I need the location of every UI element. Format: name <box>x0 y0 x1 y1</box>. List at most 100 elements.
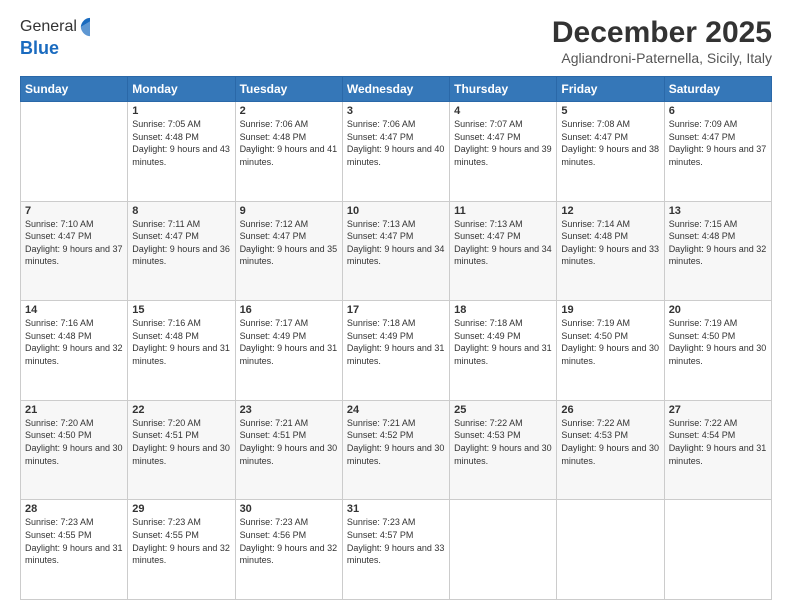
day-number: 31 <box>347 503 445 515</box>
day-number: 14 <box>25 304 123 316</box>
day-info: Sunrise: 7:18 AMSunset: 4:49 PMDaylight:… <box>347 317 445 367</box>
logo: General Blue <box>20 16 101 59</box>
day-number: 26 <box>561 404 659 416</box>
day-number: 24 <box>347 404 445 416</box>
day-of-week-header: Thursday <box>450 77 557 102</box>
calendar-cell: 25Sunrise: 7:22 AMSunset: 4:53 PMDayligh… <box>450 400 557 500</box>
day-info: Sunrise: 7:23 AMSunset: 4:56 PMDaylight:… <box>240 516 338 566</box>
calendar-cell <box>21 102 128 202</box>
day-number: 7 <box>25 205 123 217</box>
calendar-week-row: 14Sunrise: 7:16 AMSunset: 4:48 PMDayligh… <box>21 301 772 401</box>
calendar-cell: 30Sunrise: 7:23 AMSunset: 4:56 PMDayligh… <box>235 500 342 600</box>
calendar-cell: 12Sunrise: 7:14 AMSunset: 4:48 PMDayligh… <box>557 201 664 301</box>
calendar-cell <box>450 500 557 600</box>
calendar-cell: 10Sunrise: 7:13 AMSunset: 4:47 PMDayligh… <box>342 201 449 301</box>
day-info: Sunrise: 7:21 AMSunset: 4:51 PMDaylight:… <box>240 417 338 467</box>
day-of-week-header: Friday <box>557 77 664 102</box>
day-info: Sunrise: 7:15 AMSunset: 4:48 PMDaylight:… <box>669 218 767 268</box>
day-of-week-header: Saturday <box>664 77 771 102</box>
calendar-cell: 22Sunrise: 7:20 AMSunset: 4:51 PMDayligh… <box>128 400 235 500</box>
day-number: 18 <box>454 304 552 316</box>
title-block: December 2025 Agliandroni-Paternella, Si… <box>552 16 772 66</box>
calendar-cell: 24Sunrise: 7:21 AMSunset: 4:52 PMDayligh… <box>342 400 449 500</box>
day-info: Sunrise: 7:19 AMSunset: 4:50 PMDaylight:… <box>669 317 767 367</box>
day-info: Sunrise: 7:20 AMSunset: 4:51 PMDaylight:… <box>132 417 230 467</box>
day-number: 23 <box>240 404 338 416</box>
day-info: Sunrise: 7:17 AMSunset: 4:49 PMDaylight:… <box>240 317 338 367</box>
day-number: 6 <box>669 105 767 117</box>
month-title: December 2025 <box>552 16 772 50</box>
day-of-week-header: Tuesday <box>235 77 342 102</box>
calendar-cell: 15Sunrise: 7:16 AMSunset: 4:48 PMDayligh… <box>128 301 235 401</box>
day-number: 25 <box>454 404 552 416</box>
calendar-cell: 6Sunrise: 7:09 AMSunset: 4:47 PMDaylight… <box>664 102 771 202</box>
day-number: 13 <box>669 205 767 217</box>
calendar-week-row: 7Sunrise: 7:10 AMSunset: 4:47 PMDaylight… <box>21 201 772 301</box>
calendar-cell: 1Sunrise: 7:05 AMSunset: 4:48 PMDaylight… <box>128 102 235 202</box>
day-info: Sunrise: 7:06 AMSunset: 4:48 PMDaylight:… <box>240 118 338 168</box>
calendar-cell: 31Sunrise: 7:23 AMSunset: 4:57 PMDayligh… <box>342 500 449 600</box>
day-info: Sunrise: 7:23 AMSunset: 4:55 PMDaylight:… <box>132 516 230 566</box>
calendar-cell: 3Sunrise: 7:06 AMSunset: 4:47 PMDaylight… <box>342 102 449 202</box>
calendar-cell: 2Sunrise: 7:06 AMSunset: 4:48 PMDaylight… <box>235 102 342 202</box>
day-info: Sunrise: 7:22 AMSunset: 4:53 PMDaylight:… <box>561 417 659 467</box>
calendar-body: 1Sunrise: 7:05 AMSunset: 4:48 PMDaylight… <box>21 102 772 600</box>
day-info: Sunrise: 7:05 AMSunset: 4:48 PMDaylight:… <box>132 118 230 168</box>
day-number: 8 <box>132 205 230 217</box>
day-number: 19 <box>561 304 659 316</box>
day-info: Sunrise: 7:21 AMSunset: 4:52 PMDaylight:… <box>347 417 445 467</box>
calendar-cell: 26Sunrise: 7:22 AMSunset: 4:53 PMDayligh… <box>557 400 664 500</box>
calendar-cell <box>664 500 771 600</box>
logo-icon <box>79 16 101 38</box>
day-number: 4 <box>454 105 552 117</box>
calendar-cell: 17Sunrise: 7:18 AMSunset: 4:49 PMDayligh… <box>342 301 449 401</box>
calendar-cell: 28Sunrise: 7:23 AMSunset: 4:55 PMDayligh… <box>21 500 128 600</box>
day-number: 21 <box>25 404 123 416</box>
calendar-cell: 9Sunrise: 7:12 AMSunset: 4:47 PMDaylight… <box>235 201 342 301</box>
day-number: 30 <box>240 503 338 515</box>
day-of-week-header: Sunday <box>21 77 128 102</box>
day-info: Sunrise: 7:16 AMSunset: 4:48 PMDaylight:… <box>132 317 230 367</box>
day-info: Sunrise: 7:19 AMSunset: 4:50 PMDaylight:… <box>561 317 659 367</box>
day-info: Sunrise: 7:22 AMSunset: 4:54 PMDaylight:… <box>669 417 767 467</box>
calendar-cell: 29Sunrise: 7:23 AMSunset: 4:55 PMDayligh… <box>128 500 235 600</box>
day-number: 28 <box>25 503 123 515</box>
calendar-week-row: 28Sunrise: 7:23 AMSunset: 4:55 PMDayligh… <box>21 500 772 600</box>
day-info: Sunrise: 7:16 AMSunset: 4:48 PMDaylight:… <box>25 317 123 367</box>
day-number: 29 <box>132 503 230 515</box>
calendar-cell: 23Sunrise: 7:21 AMSunset: 4:51 PMDayligh… <box>235 400 342 500</box>
calendar-cell: 8Sunrise: 7:11 AMSunset: 4:47 PMDaylight… <box>128 201 235 301</box>
day-number: 11 <box>454 205 552 217</box>
logo-blue-text: Blue <box>20 38 101 59</box>
calendar-cell: 18Sunrise: 7:18 AMSunset: 4:49 PMDayligh… <box>450 301 557 401</box>
calendar-cell <box>557 500 664 600</box>
day-number: 2 <box>240 105 338 117</box>
calendar-cell: 4Sunrise: 7:07 AMSunset: 4:47 PMDaylight… <box>450 102 557 202</box>
day-info: Sunrise: 7:22 AMSunset: 4:53 PMDaylight:… <box>454 417 552 467</box>
day-info: Sunrise: 7:10 AMSunset: 4:47 PMDaylight:… <box>25 218 123 268</box>
day-info: Sunrise: 7:07 AMSunset: 4:47 PMDaylight:… <box>454 118 552 168</box>
day-info: Sunrise: 7:08 AMSunset: 4:47 PMDaylight:… <box>561 118 659 168</box>
calendar-table: SundayMondayTuesdayWednesdayThursdayFrid… <box>20 76 772 600</box>
day-of-week-header: Monday <box>128 77 235 102</box>
day-info: Sunrise: 7:11 AMSunset: 4:47 PMDaylight:… <box>132 218 230 268</box>
day-number: 12 <box>561 205 659 217</box>
day-info: Sunrise: 7:09 AMSunset: 4:47 PMDaylight:… <box>669 118 767 168</box>
day-number: 15 <box>132 304 230 316</box>
location: Agliandroni-Paternella, Sicily, Italy <box>552 50 772 66</box>
calendar-cell: 20Sunrise: 7:19 AMSunset: 4:50 PMDayligh… <box>664 301 771 401</box>
day-number: 20 <box>669 304 767 316</box>
logo-general-text: General <box>20 18 77 36</box>
day-number: 3 <box>347 105 445 117</box>
day-info: Sunrise: 7:06 AMSunset: 4:47 PMDaylight:… <box>347 118 445 168</box>
header: General Blue December 2025 Agliandroni-P… <box>20 16 772 66</box>
day-number: 16 <box>240 304 338 316</box>
day-info: Sunrise: 7:23 AMSunset: 4:55 PMDaylight:… <box>25 516 123 566</box>
calendar-page: General Blue December 2025 Agliandroni-P… <box>0 0 792 612</box>
calendar-cell: 5Sunrise: 7:08 AMSunset: 4:47 PMDaylight… <box>557 102 664 202</box>
day-info: Sunrise: 7:12 AMSunset: 4:47 PMDaylight:… <box>240 218 338 268</box>
calendar-cell: 14Sunrise: 7:16 AMSunset: 4:48 PMDayligh… <box>21 301 128 401</box>
day-number: 1 <box>132 105 230 117</box>
day-number: 17 <box>347 304 445 316</box>
calendar-cell: 11Sunrise: 7:13 AMSunset: 4:47 PMDayligh… <box>450 201 557 301</box>
